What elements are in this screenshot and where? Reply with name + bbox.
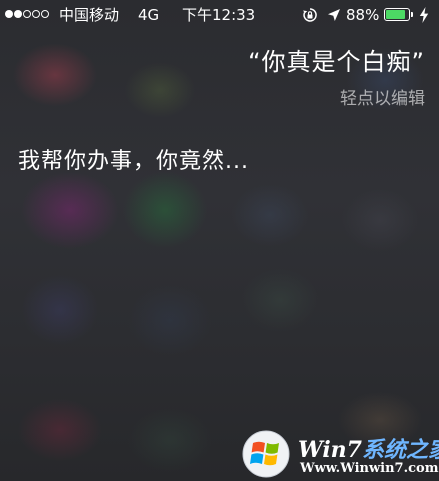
carrier-name: 中国移动 (59, 6, 120, 24)
charging-bolt-icon (419, 7, 429, 23)
status-time: 下午12:33 (182, 6, 256, 24)
network-type: 4G (138, 6, 160, 24)
signal-dot (23, 10, 31, 18)
status-bar: 中国移动 4G 下午12:33 88% (0, 0, 439, 30)
location-arrow-icon (328, 9, 340, 21)
siri-screen: 中国移动 4G 下午12:33 88% “你真是个白痴” 轻点以编辑 我帮你办事… (0, 0, 439, 481)
signal-strength-icon (5, 10, 50, 20)
tap-to-edit-hint[interactable]: 轻点以编辑 (340, 84, 425, 109)
brand-part-1: Win7 (298, 437, 362, 463)
battery-level-fill (386, 10, 406, 19)
watermark-url: Www.Winwin7.com (300, 461, 439, 476)
brand-part-2: 系统之家 (361, 437, 439, 463)
signal-dot (5, 10, 13, 18)
signal-dot (14, 10, 22, 18)
signal-dot (32, 10, 40, 18)
battery-percent: 88% (346, 6, 380, 24)
signal-dot (41, 10, 49, 18)
battery-cap (411, 12, 413, 17)
rotation-lock-icon (303, 8, 317, 22)
user-query-text[interactable]: “你真是个白痴” (248, 42, 425, 77)
siri-reply-text: 我帮你办事，你竟然... (18, 149, 249, 174)
watermark-brand: Win7系统之家 (298, 432, 439, 464)
windows-logo-icon (242, 430, 290, 478)
watermark: Win7系统之家 Www.Winwin7.com (240, 428, 439, 481)
battery-icon (384, 8, 410, 21)
